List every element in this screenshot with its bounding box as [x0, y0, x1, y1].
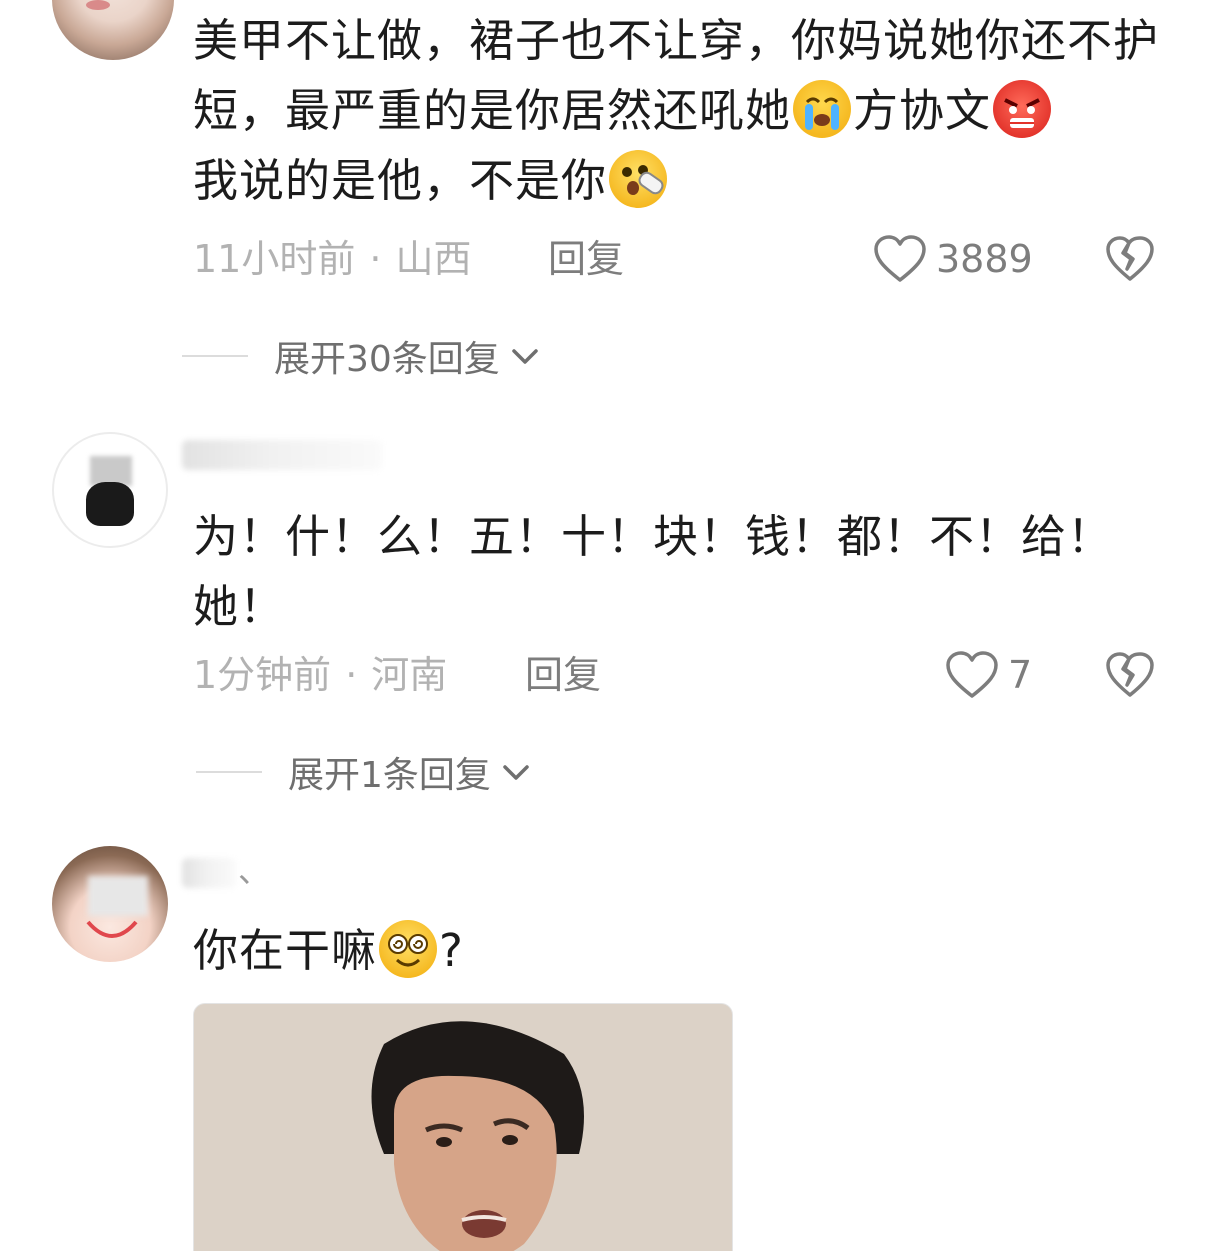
divider-line: [182, 355, 248, 357]
comment-image[interactable]: [193, 1003, 733, 1251]
username-blurred[interactable]: [182, 440, 382, 470]
comment-text: 美甲不让做，裙子也不让穿，你妈说她你还不护短，最严重的是你居然还吼她 方协文 我说…: [193, 6, 1178, 216]
dizzy-eyes-smile-emoji: [379, 920, 438, 978]
expand-replies-button[interactable]: 展开1条回复: [196, 746, 533, 798]
meme-photo: [194, 1004, 732, 1251]
comment-meta: 1分钟前 · 河南: [193, 650, 447, 700]
comment-text-part: 方协文: [853, 84, 992, 137]
expand-replies-label: 展开1条回复: [288, 755, 491, 796]
comment-text-part: ?: [439, 924, 464, 977]
expand-replies-button[interactable]: 展开30条回复: [182, 330, 542, 382]
comment-text: 你在干嘛?: [193, 916, 1178, 986]
comment-location: 山西: [395, 237, 472, 281]
broken-heart-icon[interactable]: [1104, 235, 1156, 283]
heart-outline-icon: [874, 235, 926, 282]
like-button[interactable]: 7: [944, 650, 1032, 700]
avatar[interactable]: [52, 432, 168, 548]
like-count: 7: [1008, 653, 1033, 697]
username-blurred[interactable]: [182, 858, 236, 888]
avatar[interactable]: [52, 846, 168, 962]
heart-outline-icon: [946, 651, 998, 698]
comment-time: 1分钟前: [193, 653, 332, 697]
like-count: 3889: [936, 237, 1033, 281]
comment-time: 11小时前: [193, 237, 356, 281]
chevron-down-icon: [503, 765, 529, 780]
chevron-down-icon: [512, 349, 538, 364]
comment-text: 为！什！么！五！十！块！钱！都！不！给！她！: [193, 510, 1114, 633]
crying-face-emoji: [793, 80, 852, 138]
meta-separator: ·: [345, 653, 358, 697]
comment-meta: 11小时前 · 山西: [193, 234, 471, 284]
meta-separator: ·: [369, 237, 382, 281]
reply-button[interactable]: 回复: [525, 650, 601, 700]
username-tail: 、: [238, 852, 271, 890]
shocked-slipper-emoji: [609, 150, 668, 208]
broken-heart-icon[interactable]: [1104, 651, 1156, 699]
avatar[interactable]: [52, 0, 174, 60]
comment-location: 河南: [371, 653, 448, 697]
expand-replies-label: 展开30条回复: [274, 339, 500, 380]
reply-button[interactable]: 回复: [548, 234, 624, 284]
comment-text-part: 我说的是他，不是你: [193, 154, 608, 207]
like-button[interactable]: 3889: [872, 234, 1033, 284]
divider-line: [196, 771, 262, 773]
angry-face-emoji: [993, 80, 1052, 138]
comment-text-part: 你在干嘛: [193, 924, 378, 977]
